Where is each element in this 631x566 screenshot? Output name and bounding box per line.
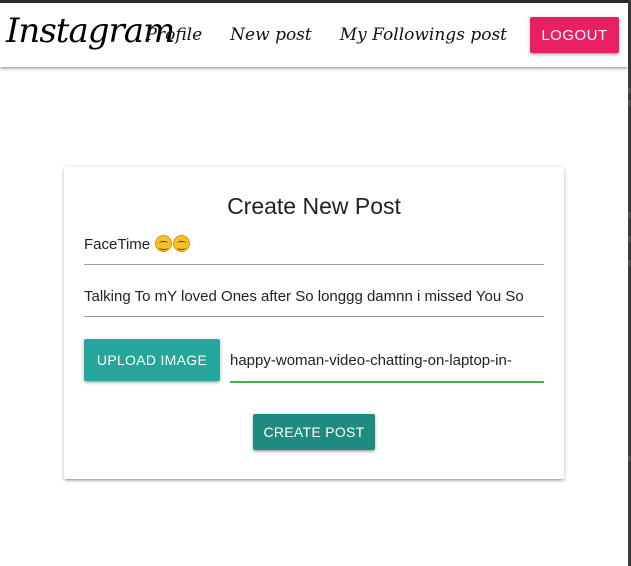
post-title-input[interactable]: FaceTime (84, 231, 544, 265)
logout-button[interactable]: LOGOUT (530, 17, 619, 53)
nav-link-profile[interactable]: Profile (146, 25, 203, 45)
edge-tick (628, 100, 630, 106)
post-body-value: Talking To mY loved Ones after So longgg… (84, 288, 524, 305)
create-post-button[interactable]: CREATE POST (253, 414, 375, 450)
edge-tick (628, 456, 630, 462)
post-body-input[interactable]: Talking To mY loved Ones after So longgg… (84, 282, 544, 317)
file-path-value: happy-woman-video-chatting-on-laptop-in- (230, 352, 512, 369)
card-title: Create New Post (227, 193, 401, 219)
smiling-face-icon (173, 235, 191, 252)
edge-tick (628, 212, 630, 218)
navbar: Instagram Profile New post My Followings… (0, 3, 628, 67)
nav-link-followings-post[interactable]: My Followings post (340, 25, 507, 45)
smiling-face-icon (155, 235, 173, 252)
nav-links: Profile New post My Followings post LOGO… (146, 3, 628, 67)
post-title-value: FaceTime (84, 236, 151, 253)
upload-image-button[interactable]: UPLOAD IMAGE (84, 339, 220, 381)
nav-link-new-post[interactable]: New post (230, 25, 312, 45)
edge-tick (628, 236, 630, 242)
edge-tick (628, 260, 630, 266)
create-post-card: Create New Post FaceTime Talking To mY l… (64, 167, 564, 479)
edge-tick (628, 88, 630, 94)
file-path-input[interactable]: happy-woman-video-chatting-on-laptop-in- (230, 347, 544, 383)
